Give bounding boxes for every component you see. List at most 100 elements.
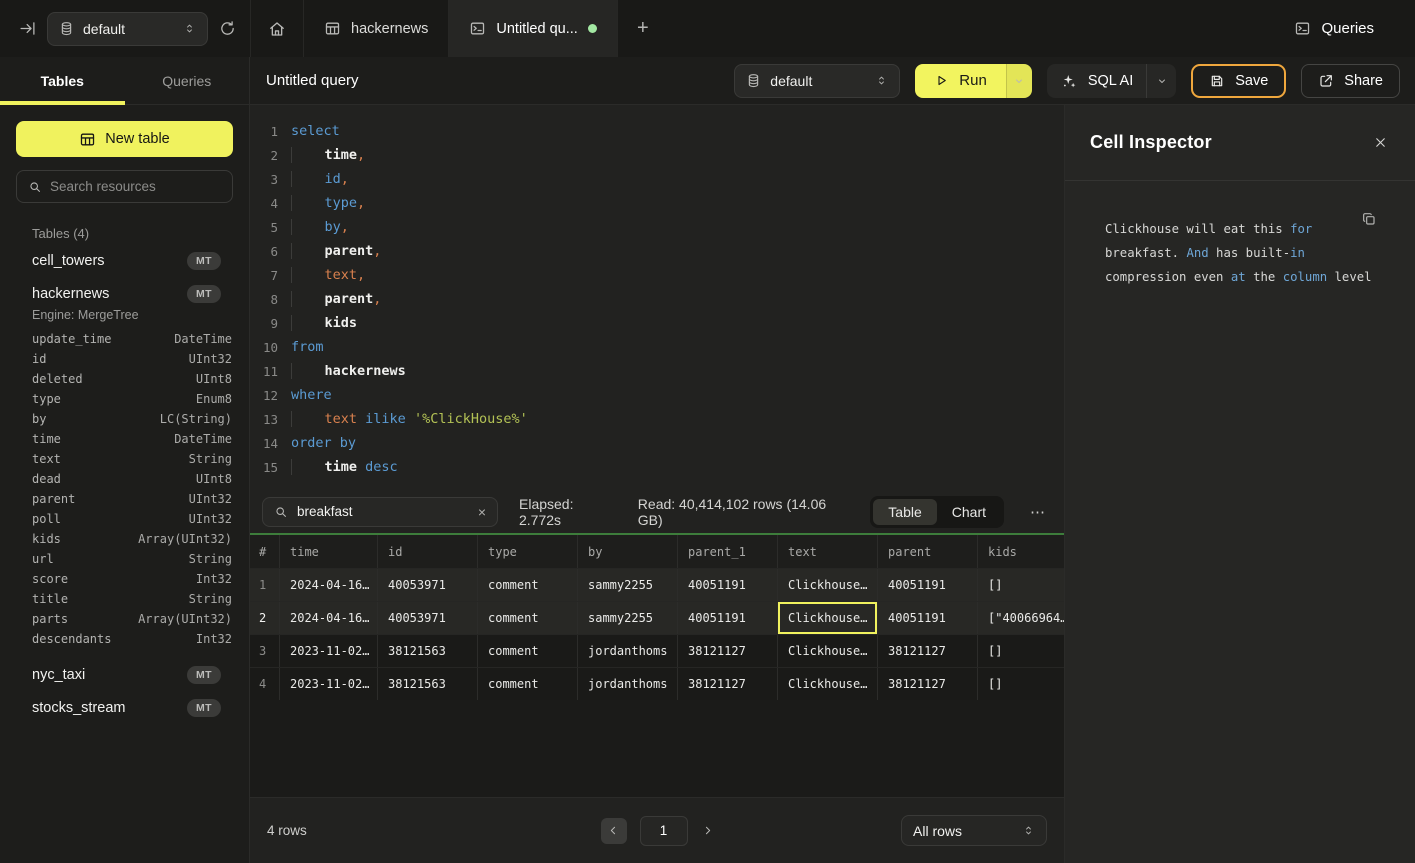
copy-icon[interactable] xyxy=(1361,211,1377,227)
table-cell[interactable]: 2023-11-02… xyxy=(280,668,378,700)
resource-search[interactable] xyxy=(16,170,233,203)
tab-untitled-query[interactable]: Untitled qu... xyxy=(449,0,617,57)
table-cell[interactable]: 40051191 xyxy=(878,569,978,601)
read-stat: Read: 40,414,102 rows (14.06 GB) xyxy=(638,496,850,528)
cell-inspector-panel: Cell Inspector Clickhouse will eat this … xyxy=(1065,105,1415,863)
table-cell[interactable]: 38121127 xyxy=(878,668,978,700)
table-cell[interactable]: [] xyxy=(978,635,1064,667)
queries-link[interactable]: Queries xyxy=(1294,0,1415,57)
sql-ai-button[interactable]: SQL AI xyxy=(1047,64,1146,98)
results-search[interactable]: × xyxy=(262,497,498,527)
table-cell[interactable]: comment xyxy=(478,569,578,601)
table-cell[interactable]: 2023-11-02… xyxy=(280,635,378,667)
run-button[interactable]: Run xyxy=(915,64,1006,98)
table-cell[interactable]: 38121127 xyxy=(678,635,778,667)
save-button[interactable]: Save xyxy=(1191,64,1286,98)
table-cell[interactable]: jordanthoms xyxy=(578,668,678,700)
editor-line: 14order by xyxy=(250,431,1064,455)
table-cell[interactable]: 40053971 xyxy=(378,602,478,634)
column-header[interactable]: kids xyxy=(978,535,1064,568)
editor-line: 12where xyxy=(250,383,1064,407)
table-cell[interactable]: comment xyxy=(478,635,578,667)
resource-search-input[interactable] xyxy=(50,179,227,194)
tab-home[interactable] xyxy=(250,0,304,57)
collapse-sidebar-icon[interactable] xyxy=(19,20,36,37)
table-cell[interactable]: 38121127 xyxy=(878,635,978,667)
search-icon xyxy=(28,180,42,194)
chevron-right-icon xyxy=(701,824,714,837)
column-header[interactable]: type xyxy=(478,535,578,568)
column-header[interactable]: id xyxy=(378,535,478,568)
table-name: cell_towers xyxy=(32,253,105,269)
sidebar: Tables Queries New table Tables (4) cell… xyxy=(0,57,250,863)
column-header[interactable]: text xyxy=(778,535,878,568)
table-cell[interactable]: 40051191 xyxy=(878,602,978,634)
table-cell[interactable]: 40051191 xyxy=(678,602,778,634)
table-cell[interactable]: 40053971 xyxy=(378,569,478,601)
table-cell[interactable]: comment xyxy=(478,602,578,634)
sidebar-tab-tables[interactable]: Tables xyxy=(0,57,125,104)
page-number-input[interactable] xyxy=(640,816,688,846)
topbar-database-selector[interactable]: default xyxy=(47,12,208,46)
sidebar-table-row[interactable]: cell_towersMT xyxy=(0,244,249,277)
table-cell[interactable]: Clickhouse… xyxy=(778,668,878,700)
share-button[interactable]: Share xyxy=(1301,64,1400,98)
sql-ai-options-button[interactable] xyxy=(1146,64,1176,98)
table-cell[interactable]: ["40066964… xyxy=(978,602,1064,634)
table-cell[interactable]: 2024-04-16… xyxy=(280,569,378,601)
column-row: urlString xyxy=(0,549,249,569)
sidebar-tab-queries[interactable]: Queries xyxy=(125,57,250,104)
more-options-icon[interactable]: ⋯ xyxy=(1025,503,1051,521)
column-header[interactable]: # xyxy=(250,535,280,568)
run-options-button[interactable] xyxy=(1006,64,1032,98)
table-row: 12024-04-16…40053971commentsammy22554005… xyxy=(250,568,1064,601)
column-name: poll xyxy=(32,512,61,526)
new-tab-button[interactable]: + xyxy=(618,0,668,57)
column-name: parts xyxy=(32,612,68,626)
previous-page-button[interactable] xyxy=(601,818,627,844)
row-number: 1 xyxy=(250,569,280,601)
table-cell[interactable]: Clickhouse… xyxy=(778,635,878,667)
app-window: default hackernews Untitled qu... + Quer… xyxy=(0,0,1415,863)
table-cell[interactable]: 38121563 xyxy=(378,635,478,667)
tab-hackernews[interactable]: hackernews xyxy=(304,0,449,57)
table-cell[interactable]: 38121563 xyxy=(378,668,478,700)
new-table-button[interactable]: New table xyxy=(16,121,233,157)
view-chart-button[interactable]: Chart xyxy=(937,499,1001,525)
table-cell[interactable]: sammy2255 xyxy=(578,602,678,634)
results-search-input[interactable] xyxy=(297,504,469,519)
results-grid-header: #timeidtypebyparent_1textparentkids xyxy=(250,535,1064,568)
column-header[interactable]: parent_1 xyxy=(678,535,778,568)
page-size-selector[interactable]: All rows xyxy=(901,815,1047,846)
sidebar-table-row[interactable]: nyc_taxiMT xyxy=(0,658,249,691)
table-row: 42023-11-02…38121563commentjordanthoms38… xyxy=(250,667,1064,700)
chevron-updown-icon xyxy=(875,74,888,87)
clear-search-icon[interactable]: × xyxy=(478,505,486,519)
table-cell[interactable]: comment xyxy=(478,668,578,700)
column-type: String xyxy=(189,552,232,566)
column-type: DateTime xyxy=(174,332,232,346)
column-type: UInt8 xyxy=(196,372,232,386)
column-header[interactable]: time xyxy=(280,535,378,568)
close-icon[interactable] xyxy=(1373,135,1388,150)
view-table-button[interactable]: Table xyxy=(873,499,936,525)
table-cell[interactable]: 40051191 xyxy=(678,569,778,601)
sidebar-table-row[interactable]: hackernewsMT xyxy=(0,277,249,310)
table-cell[interactable]: Clickhouse… xyxy=(778,569,878,601)
next-page-button[interactable] xyxy=(701,824,714,837)
table-cell[interactable]: [] xyxy=(978,569,1064,601)
table-cell[interactable]: 38121127 xyxy=(678,668,778,700)
table-cell[interactable]: 2024-04-16… xyxy=(280,602,378,634)
column-header[interactable]: by xyxy=(578,535,678,568)
sidebar-table-row[interactable]: stocks_streamMT xyxy=(0,691,249,724)
row-count: 4 rows xyxy=(267,823,601,838)
sql-editor[interactable]: 1select2 time,3 id,4 type,5 by,6 parent,… xyxy=(250,105,1064,490)
table-cell[interactable]: [] xyxy=(978,668,1064,700)
line-number: 1 xyxy=(250,124,278,139)
column-header[interactable]: parent xyxy=(878,535,978,568)
refresh-icon[interactable] xyxy=(219,20,236,37)
table-cell[interactable]: jordanthoms xyxy=(578,635,678,667)
table-cell[interactable]: sammy2255 xyxy=(578,569,678,601)
query-database-selector[interactable]: default xyxy=(734,64,900,98)
selected-table-cell[interactable]: Clickhouse… xyxy=(778,602,878,634)
